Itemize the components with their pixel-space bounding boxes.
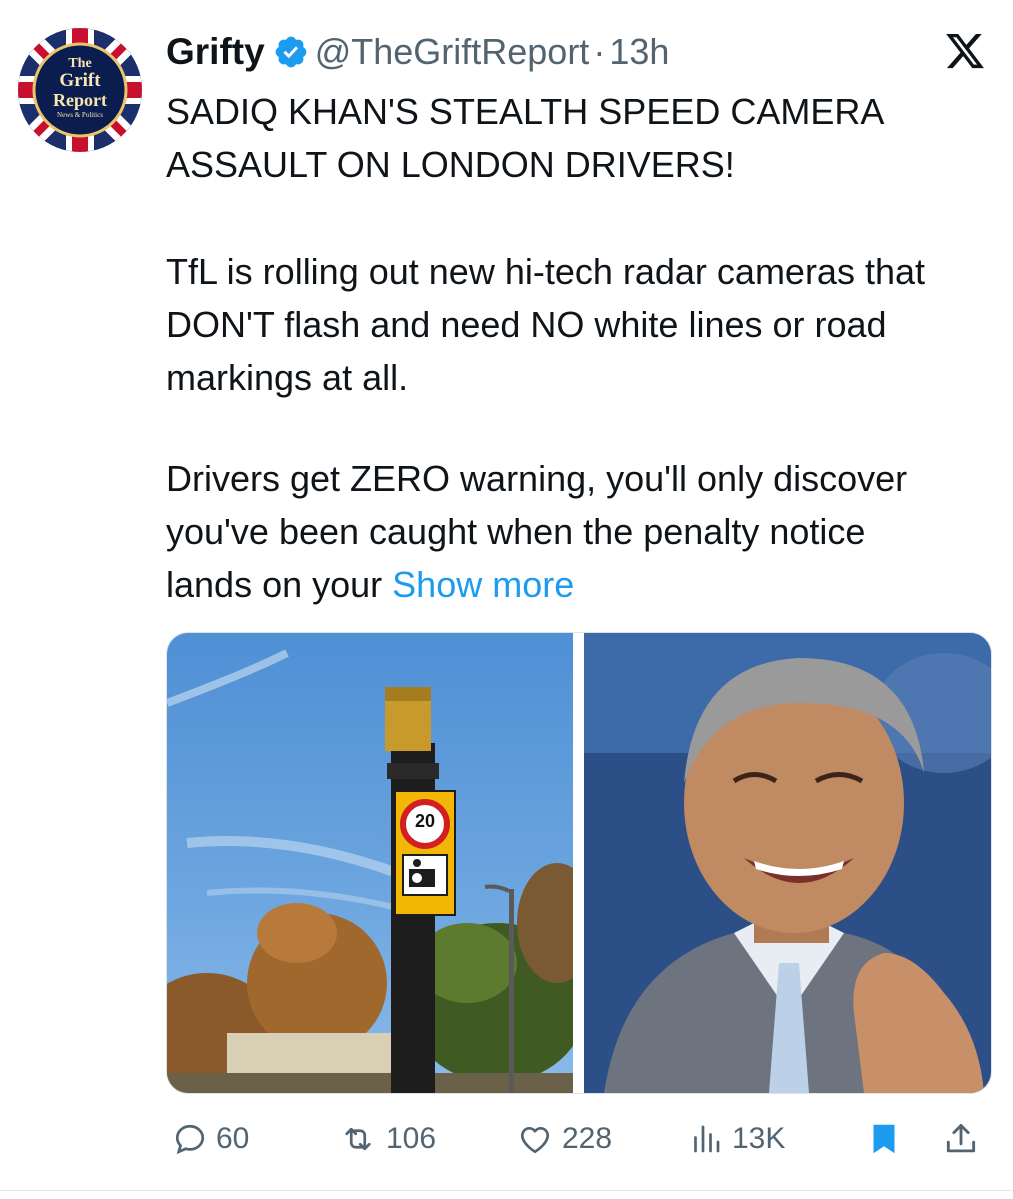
separator-dot: · — [593, 31, 606, 72]
reply-button[interactable]: 60 — [172, 1110, 249, 1168]
speed-limit-number: 20 — [414, 811, 436, 831]
like-button[interactable]: 228 — [516, 1110, 612, 1168]
tweet-paragraph: TfL is rolling out new hi-tech radar cam… — [166, 251, 926, 398]
display-name[interactable]: Grifty — [166, 31, 265, 73]
tweet-header: Grifty @TheGriftReport · 13h — [166, 26, 669, 78]
divider — [0, 1190, 1013, 1191]
like-count: 228 — [562, 1122, 613, 1155]
views-button[interactable]: 13K — [688, 1110, 785, 1168]
show-more-link[interactable]: Show more — [392, 564, 574, 605]
verified-badge-icon[interactable] — [273, 34, 309, 70]
reply-count: 60 — [216, 1122, 250, 1155]
tweet-actions: 60 106 228 13K — [166, 1110, 990, 1168]
media-image-portrait[interactable] — [584, 633, 991, 1093]
tweet-timestamp[interactable]: 13h — [609, 31, 669, 73]
views-chart-icon — [688, 1121, 724, 1157]
share-button[interactable] — [942, 1110, 980, 1168]
tweet-media: 20 — [166, 632, 992, 1094]
x-logo-icon — [943, 30, 987, 72]
repost-count: 106 — [386, 1122, 437, 1155]
repost-button[interactable]: 106 — [338, 1110, 436, 1168]
reply-icon — [172, 1121, 208, 1157]
view-count: 13K — [732, 1122, 786, 1155]
avatar-text-grift: Grift — [59, 70, 101, 91]
avatar-text-report: Report — [53, 90, 107, 110]
bookmark-button[interactable] — [866, 1110, 902, 1168]
heart-icon — [516, 1121, 554, 1157]
avatar[interactable]: The Grift Report News & Politics — [18, 28, 142, 152]
repost-icon — [338, 1121, 378, 1157]
media-image-speed-camera[interactable]: 20 — [167, 633, 597, 1093]
author-handle[interactable]: @TheGriftReport — [315, 31, 590, 73]
tweet-paragraph: Drivers get ZERO warning, you'll only di… — [166, 452, 926, 611]
bookmark-icon — [866, 1119, 902, 1159]
avatar-text-subtitle: News & Politics — [57, 111, 103, 119]
tweet-headline: SADIQ KHAN'S STEALTH SPEED CAMERA ASSAUL… — [166, 91, 883, 185]
share-icon — [942, 1120, 980, 1158]
avatar-text-the: The — [68, 56, 92, 71]
